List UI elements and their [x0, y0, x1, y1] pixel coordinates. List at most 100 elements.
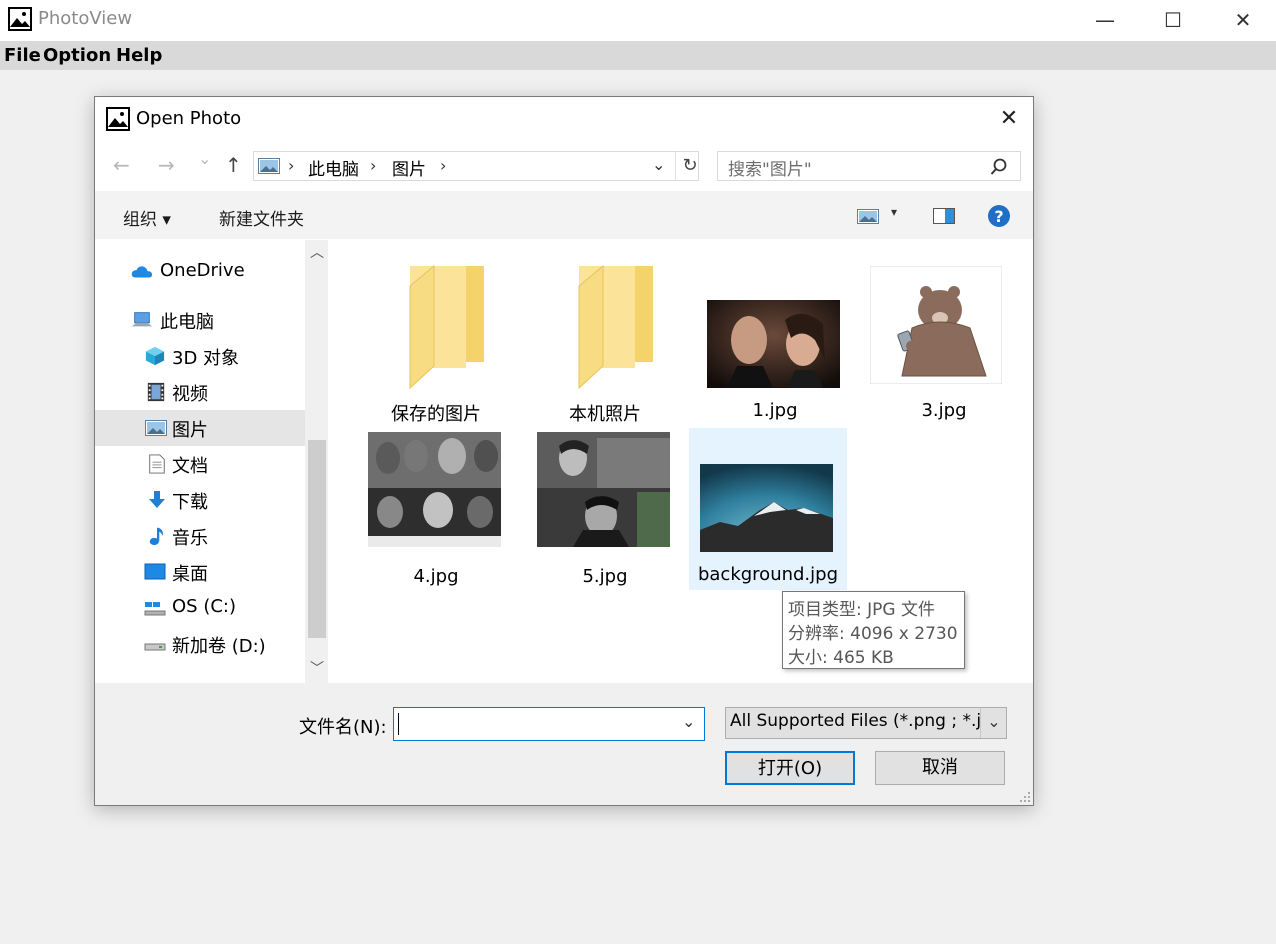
- help-icon[interactable]: ?: [987, 204, 1011, 228]
- open-button[interactable]: 打开(O): [725, 751, 855, 785]
- file-name: 3.jpg: [921, 400, 967, 421]
- sidebar-item-desktop[interactable]: 桌面: [95, 554, 305, 590]
- refresh-button[interactable]: ↻: [675, 151, 704, 181]
- sidebar-item-drive-d[interactable]: 新加卷 (D:): [95, 626, 305, 662]
- file-name: 5.jpg: [582, 566, 628, 587]
- scroll-down-icon[interactable]: ﹀: [310, 658, 324, 678]
- sidebar-item-pictures[interactable]: 图片: [95, 410, 305, 446]
- cancel-button[interactable]: 取消: [875, 751, 1005, 785]
- app-title-bar: PhotoView — ☐ ✕: [0, 0, 1276, 41]
- filename-label: 文件名(N):: [299, 717, 387, 738]
- video-icon: [147, 382, 165, 402]
- folder-icon: [409, 264, 484, 390]
- folder-icon: [578, 264, 653, 390]
- organize-menu[interactable]: 组织 ▾: [123, 205, 171, 230]
- computer-icon: [131, 312, 153, 327]
- file-name: 1.jpg: [752, 400, 798, 421]
- open-photo-dialog: Open Photo ✕ ← → ⌄ ↑ › 此电脑 › 图片 › ⌄ ↻ 搜索…: [94, 96, 1034, 806]
- file-type-filter[interactable]: All Supported Files (*.png ; *.j ⌄: [725, 707, 1007, 739]
- search-placeholder: 搜索"图片": [728, 160, 812, 180]
- dialog-footer: [95, 683, 1033, 805]
- image-thumbnail: [537, 432, 670, 547]
- image-thumbnail: [707, 300, 840, 388]
- back-button[interactable]: ←: [113, 153, 130, 177]
- music-icon: [149, 527, 163, 546]
- resize-grip-icon[interactable]: [1019, 791, 1031, 803]
- image-thumbnail: [368, 432, 501, 547]
- scroll-up-icon[interactable]: ︿: [310, 242, 324, 262]
- dialog-title: Open Photo: [136, 108, 242, 129]
- minimize-button[interactable]: —: [1070, 0, 1140, 40]
- drive-c-icon: [144, 602, 166, 616]
- file-item-image[interactable]: 4.jpg: [358, 430, 508, 590]
- file-name: 本机照片: [569, 404, 641, 425]
- search-icon[interactable]: [990, 158, 1008, 176]
- sidebar-item-music[interactable]: 音乐: [95, 518, 305, 554]
- up-button[interactable]: ↑: [225, 153, 242, 177]
- menu-file[interactable]: File: [4, 45, 41, 66]
- image-thumbnail: [700, 464, 833, 552]
- file-item-image[interactable]: 1.jpg: [697, 264, 847, 424]
- dialog-close-button[interactable]: ✕: [993, 103, 1025, 135]
- image-thumbnail: [870, 266, 1002, 384]
- desktop-icon: [144, 563, 166, 580]
- pictures-icon: [145, 420, 167, 436]
- sidebar-item-downloads[interactable]: 下载: [95, 482, 305, 518]
- breadcrumb-pictures[interactable]: 图片: [392, 155, 426, 180]
- cloud-icon: [131, 266, 153, 278]
- file-item-image[interactable]: 3.jpg: [866, 264, 1016, 424]
- maximize-button[interactable]: ☐: [1138, 0, 1208, 40]
- tooltip-type: 项目类型: JPG 文件: [788, 600, 935, 620]
- scrollbar-thumb[interactable]: [308, 440, 326, 638]
- sidebar-item-onedrive[interactable]: OneDrive: [95, 254, 305, 290]
- file-item-folder[interactable]: 本机照片: [527, 264, 677, 425]
- close-button[interactable]: ✕: [1208, 0, 1276, 40]
- breadcrumb-this-pc[interactable]: 此电脑: [308, 155, 359, 180]
- menu-option[interactable]: Option: [43, 45, 111, 66]
- chevron-down-icon[interactable]: ⌄: [682, 712, 695, 731]
- document-icon: [149, 454, 165, 474]
- menu-bar: File Option Help: [0, 41, 1276, 70]
- sidebar-item-this-pc[interactable]: 此电脑: [95, 302, 305, 338]
- app-logo-icon: [8, 7, 32, 31]
- download-icon: [149, 491, 165, 508]
- file-item-folder[interactable]: 保存的图片: [358, 264, 508, 425]
- chevron-down-icon[interactable]: ⌄: [980, 708, 1006, 738]
- address-bar[interactable]: › 此电脑 › 图片 › ⌄: [253, 151, 699, 181]
- navigation-pane: OneDrive 此电脑 3D 对象 视频 图片 文档 下载 音乐 桌面 OS …: [95, 240, 305, 683]
- address-dropdown-icon[interactable]: ⌄: [652, 155, 665, 174]
- view-dropdown-icon[interactable]: ▾: [891, 205, 897, 219]
- file-item-image-hovered[interactable]: background.jpg: [689, 428, 847, 590]
- chevron-right-icon: ›: [288, 156, 295, 175]
- svg-text:?: ?: [994, 207, 1003, 226]
- forward-button[interactable]: →: [158, 153, 175, 177]
- pictures-location-icon: [258, 158, 280, 174]
- sidebar-item-videos[interactable]: 视频: [95, 374, 305, 410]
- tooltip-resolution: 分辨率: 4096 x 2730: [788, 624, 958, 644]
- tooltip-size: 大小: 465 KB: [788, 648, 894, 668]
- file-name: 4.jpg: [413, 566, 459, 587]
- file-info-tooltip: 项目类型: JPG 文件 分辨率: 4096 x 2730 大小: 465 KB: [782, 591, 965, 669]
- sidebar-item-drive-c[interactable]: OS (C:): [95, 590, 305, 626]
- app-title: PhotoView: [38, 8, 133, 29]
- sidebar-item-documents[interactable]: 文档: [95, 446, 305, 482]
- drive-d-icon: [144, 643, 166, 651]
- search-box[interactable]: 搜索"图片": [717, 151, 1021, 181]
- dialog-logo-icon: [106, 107, 130, 131]
- file-name: background.jpg: [697, 564, 839, 585]
- menu-help[interactable]: Help: [116, 45, 162, 66]
- command-bar: 组织 ▾ 新建文件夹 ▾ ?: [95, 191, 1033, 239]
- recent-locations-button[interactable]: ⌄: [198, 149, 211, 168]
- preview-pane-icon[interactable]: [933, 208, 955, 224]
- cube-icon: [145, 346, 165, 366]
- file-type-value: All Supported Files (*.png ; *.j: [730, 711, 980, 731]
- chevron-right-icon: ›: [370, 156, 377, 175]
- change-view-icon[interactable]: [857, 209, 879, 224]
- text-cursor: [398, 713, 399, 735]
- file-item-image[interactable]: 5.jpg: [527, 430, 677, 590]
- chevron-right-icon: ›: [440, 156, 447, 175]
- new-folder-button[interactable]: 新建文件夹: [219, 205, 304, 230]
- sidebar-item-3d-objects[interactable]: 3D 对象: [95, 338, 305, 374]
- file-name: 保存的图片: [391, 404, 481, 425]
- filename-input[interactable]: ⌄: [393, 707, 705, 741]
